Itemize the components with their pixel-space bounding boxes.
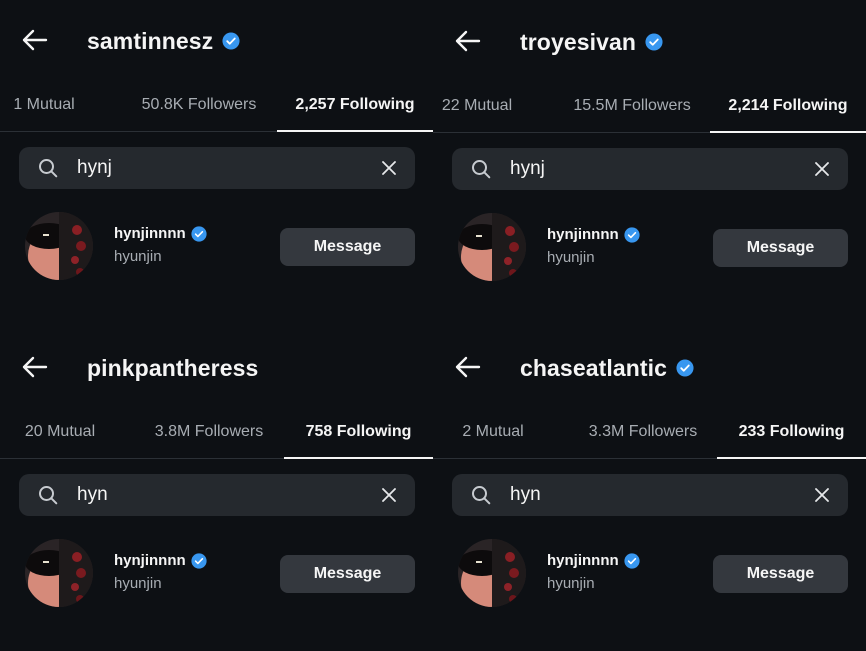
close-icon[interactable] bbox=[815, 162, 829, 176]
profile-header: chaseatlantic bbox=[520, 351, 694, 385]
tab-followers[interactable]: 3.8M Followers bbox=[132, 406, 286, 458]
profile-header: samtinnesz bbox=[87, 24, 240, 58]
result-username-row[interactable]: hynjinnnn bbox=[114, 225, 207, 242]
profile-username: pinkpantheress bbox=[87, 354, 259, 381]
tab-following[interactable]: 2,214 Following bbox=[710, 80, 866, 133]
result-username: hynjinnnn bbox=[547, 552, 619, 569]
search-field[interactable]: hynj bbox=[452, 148, 848, 190]
verified-badge-icon bbox=[645, 33, 663, 51]
result-username: hynjinnnn bbox=[547, 226, 619, 243]
result-full-name: hyunjin bbox=[547, 575, 595, 592]
message-button[interactable]: Message bbox=[713, 555, 848, 593]
search-field[interactable]: hyn bbox=[452, 474, 848, 516]
back-arrow-icon[interactable] bbox=[18, 24, 50, 56]
back-arrow-icon[interactable] bbox=[451, 351, 483, 383]
tab-bar: 2 Mutual 3.3M Followers 233 Following bbox=[433, 406, 866, 459]
result-username-row[interactable]: hynjinnnn bbox=[547, 226, 640, 243]
search-input[interactable]: hynj bbox=[77, 147, 112, 189]
back-arrow-icon[interactable] bbox=[451, 25, 483, 57]
back-arrow-icon[interactable] bbox=[18, 351, 50, 383]
profile-following-panel: chaseatlantic 2 Mutual 3.3M Followers 23… bbox=[433, 327, 866, 651]
avatar[interactable] bbox=[25, 212, 93, 280]
tab-following[interactable]: 233 Following bbox=[717, 406, 866, 459]
tab-mutual[interactable]: 22 Mutual bbox=[433, 80, 521, 132]
result-full-name: hyunjin bbox=[114, 248, 162, 265]
tab-followers[interactable]: 3.3M Followers bbox=[566, 406, 720, 458]
profile-username: samtinnesz bbox=[87, 27, 214, 54]
search-icon bbox=[39, 159, 58, 178]
search-icon bbox=[39, 486, 58, 505]
list-item: hynjinnnn hyunjin Message bbox=[24, 212, 416, 282]
avatar[interactable] bbox=[458, 213, 526, 281]
tab-mutual[interactable]: 2 Mutual bbox=[453, 406, 533, 458]
close-icon[interactable] bbox=[815, 488, 829, 502]
result-username: hynjinnnn bbox=[114, 225, 186, 242]
tab-bar: 22 Mutual 15.5M Followers 2,214 Followin… bbox=[433, 80, 866, 133]
verified-badge-icon bbox=[676, 359, 694, 377]
profile-following-panel: samtinnesz 1 Mutual 50.8K Followers 2,25… bbox=[0, 0, 433, 324]
avatar[interactable] bbox=[25, 539, 93, 607]
tab-mutual[interactable]: 1 Mutual bbox=[0, 79, 88, 131]
result-username-row[interactable]: hynjinnnn bbox=[547, 552, 640, 569]
message-button[interactable]: Message bbox=[280, 555, 415, 593]
verified-badge-icon bbox=[222, 32, 240, 50]
search-input[interactable]: hyn bbox=[510, 474, 541, 516]
avatar[interactable] bbox=[458, 539, 526, 607]
list-item: hynjinnnn hyunjin Message bbox=[457, 213, 849, 283]
message-button[interactable]: Message bbox=[713, 229, 848, 267]
profile-username: troyesivan bbox=[520, 28, 637, 55]
search-input[interactable]: hynj bbox=[510, 148, 545, 190]
list-item: hynjinnnn hyunjin Message bbox=[457, 539, 849, 609]
profile-following-panel: pinkpantheress 20 Mutual 3.8M Followers … bbox=[0, 327, 433, 651]
search-input[interactable]: hyn bbox=[77, 474, 108, 516]
profile-following-panel: troyesivan 22 Mutual 15.5M Followers 2,2… bbox=[433, 1, 866, 325]
result-full-name: hyunjin bbox=[547, 249, 595, 266]
tab-followers[interactable]: 50.8K Followers bbox=[122, 79, 276, 131]
search-field[interactable]: hyn bbox=[19, 474, 415, 516]
verified-badge-icon bbox=[624, 552, 640, 569]
result-full-name: hyunjin bbox=[114, 575, 162, 592]
search-icon bbox=[472, 486, 491, 505]
verified-badge-icon bbox=[191, 225, 207, 242]
list-item: hynjinnnn hyunjin Message bbox=[24, 539, 416, 609]
search-icon bbox=[472, 160, 491, 179]
tab-followers[interactable]: 15.5M Followers bbox=[555, 80, 709, 132]
verified-badge-icon bbox=[191, 552, 207, 569]
search-field[interactable]: hynj bbox=[19, 147, 415, 189]
profile-header: troyesivan bbox=[520, 25, 663, 59]
result-username-row[interactable]: hynjinnnn bbox=[114, 552, 207, 569]
close-icon[interactable] bbox=[382, 488, 396, 502]
verified-badge-icon bbox=[624, 226, 640, 243]
tab-mutual[interactable]: 20 Mutual bbox=[12, 406, 108, 458]
result-username: hynjinnnn bbox=[114, 552, 186, 569]
profile-username: chaseatlantic bbox=[520, 354, 668, 381]
tab-following[interactable]: 758 Following bbox=[284, 406, 433, 459]
message-button[interactable]: Message bbox=[280, 228, 415, 266]
close-icon[interactable] bbox=[382, 161, 396, 175]
tab-bar: 20 Mutual 3.8M Followers 758 Following bbox=[0, 406, 433, 459]
profile-header: pinkpantheress bbox=[87, 351, 258, 385]
tab-bar: 1 Mutual 50.8K Followers 2,257 Following bbox=[0, 79, 433, 132]
tab-following[interactable]: 2,257 Following bbox=[277, 79, 433, 132]
